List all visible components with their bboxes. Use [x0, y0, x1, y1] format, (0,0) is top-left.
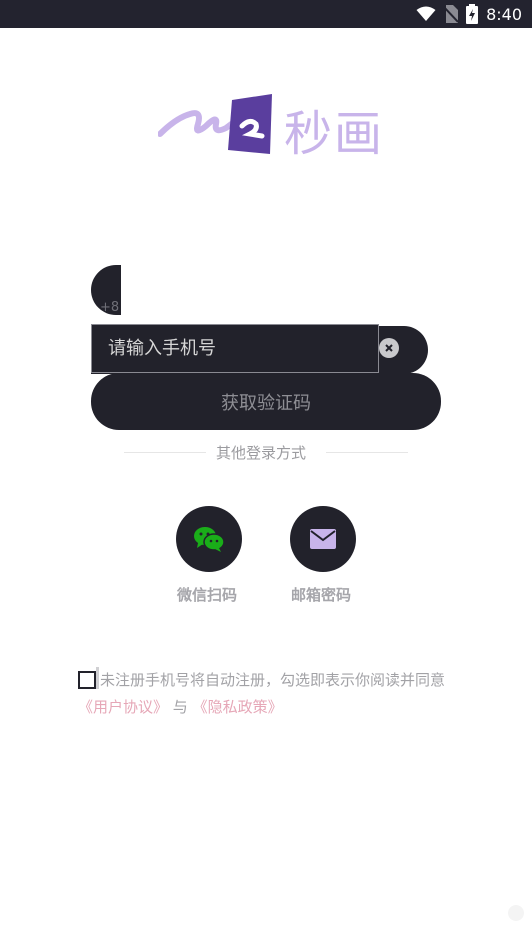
- text-cursor: [96, 667, 99, 689]
- clear-input-button[interactable]: [379, 338, 399, 358]
- mail-icon: [310, 529, 336, 549]
- user-agreement-link[interactable]: 《用户协议》: [78, 698, 168, 716]
- status-bar: 8:40: [0, 0, 532, 28]
- close-icon: [385, 344, 393, 352]
- floating-dot: [508, 905, 524, 921]
- agreement-prefix: 未注册手机号将自动注册，勾选即表示你阅读并同意: [100, 671, 446, 689]
- agreement-text: 未注册手机号将自动注册，勾选即表示你阅读并同意《用户协议》 与 《隐私政策》: [78, 667, 458, 721]
- country-code: +86: [100, 300, 120, 315]
- email-login-button[interactable]: [290, 506, 356, 572]
- status-icons: 8:40: [416, 4, 522, 24]
- privacy-policy-link[interactable]: 《隐私政策》: [193, 698, 283, 716]
- phone-input[interactable]: [91, 324, 379, 373]
- wechat-icon: [194, 527, 225, 552]
- wifi-icon: [416, 6, 436, 21]
- email-login-label[interactable]: 邮箱密码: [291, 584, 351, 605]
- agreement-checkbox[interactable]: [78, 671, 96, 689]
- wechat-login-label[interactable]: 微信扫码: [177, 584, 237, 605]
- divider-right: [326, 452, 408, 453]
- status-time: 8:40: [486, 4, 522, 24]
- agreement-connector: 与: [168, 698, 193, 716]
- app-logo-text: 秒画: [284, 106, 385, 162]
- get-code-button[interactable]: 获取验证码: [91, 373, 441, 430]
- battery-charging-icon: [466, 4, 479, 24]
- wechat-login-button[interactable]: [176, 506, 242, 572]
- divider-left: [124, 452, 206, 453]
- no-sim-icon: [444, 5, 459, 23]
- other-login-label: 其他登录方式: [216, 444, 307, 462]
